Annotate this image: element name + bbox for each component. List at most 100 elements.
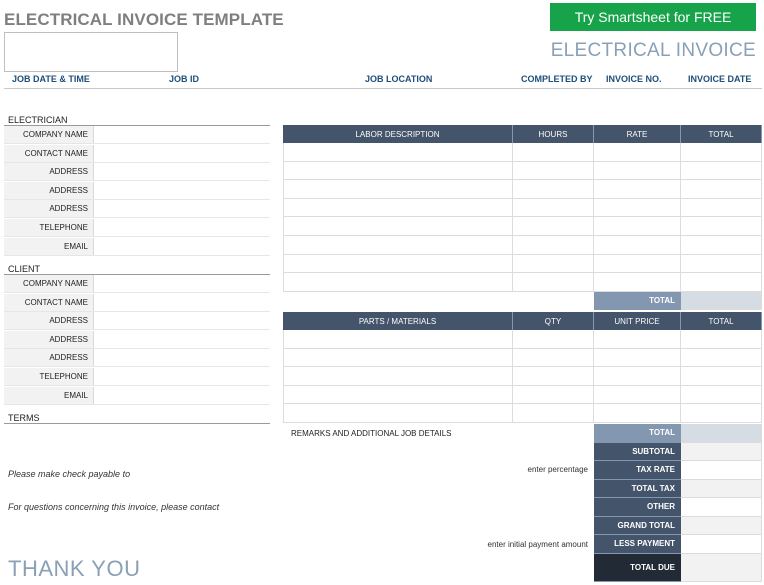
parts-cell[interactable] (513, 385, 594, 404)
rate-header: RATE (594, 125, 681, 143)
labor-cell[interactable] (681, 198, 762, 217)
parts-cell[interactable] (283, 330, 513, 348)
parts-row (283, 385, 762, 405)
client-field-input[interactable] (94, 368, 270, 385)
summary-total-value[interactable] (681, 424, 762, 443)
grand-total-value[interactable] (681, 516, 762, 535)
thank-you-text: THANK YOU (8, 556, 141, 581)
parts-table-header: PARTS / MATERIALS QTY UNIT PRICE TOTAL (283, 312, 762, 330)
labor-total-row: TOTAL (594, 291, 762, 311)
labor-cell[interactable] (283, 198, 513, 217)
labor-total-value[interactable] (681, 291, 762, 311)
parts-cell[interactable] (681, 404, 762, 422)
total-tax-value[interactable] (681, 479, 762, 498)
parts-row (283, 348, 762, 368)
labor-cell[interactable] (283, 180, 513, 198)
parts-cell[interactable] (513, 348, 594, 367)
client-field-input[interactable] (94, 330, 270, 348)
parts-cell[interactable] (681, 330, 762, 348)
parts-cell[interactable] (681, 385, 762, 404)
labor-cell[interactable] (513, 143, 594, 161)
client-field-input[interactable] (94, 275, 270, 292)
client-field-input[interactable] (94, 312, 270, 330)
labor-row (283, 217, 762, 236)
electrician-field-row: TELEPHONE (4, 219, 270, 237)
labor-cell[interactable] (513, 198, 594, 217)
labor-cell[interactable] (594, 180, 681, 198)
labor-cell[interactable] (681, 143, 762, 161)
total-due-value[interactable] (681, 553, 762, 582)
labor-cell[interactable] (594, 254, 681, 273)
labor-cell[interactable] (283, 254, 513, 273)
labor-row (283, 161, 762, 181)
summary-total-label: TOTAL (594, 424, 681, 443)
labor-cell[interactable] (283, 235, 513, 254)
parts-cell[interactable] (594, 348, 681, 367)
electrician-field-input[interactable] (94, 181, 270, 199)
client-field-input[interactable] (94, 349, 270, 367)
total-due-label: TOTAL DUE (594, 553, 681, 582)
labor-cell[interactable] (594, 161, 681, 180)
logo-placeholder[interactable] (4, 32, 178, 72)
labor-cell[interactable] (513, 273, 594, 291)
parts-cell[interactable] (283, 367, 513, 385)
labor-cell[interactable] (283, 161, 513, 180)
grand-total-label: GRAND TOTAL (594, 516, 681, 535)
parts-cell[interactable] (681, 348, 762, 367)
labor-cell[interactable] (681, 180, 762, 198)
parts-cell[interactable] (681, 367, 762, 385)
qty-header: QTY (513, 312, 594, 330)
labor-cell[interactable] (594, 217, 681, 235)
electrician-field-input[interactable] (94, 126, 270, 143)
parts-cell[interactable] (283, 404, 513, 422)
page-title: ELECTRICAL INVOICE TEMPLATE (4, 10, 284, 29)
labor-cell[interactable] (513, 235, 594, 254)
labor-cell[interactable] (283, 217, 513, 235)
electrician-field-input[interactable] (94, 163, 270, 181)
parts-cell[interactable] (513, 330, 594, 348)
parts-cell[interactable] (594, 330, 681, 348)
labor-cell[interactable] (681, 254, 762, 273)
parts-cell[interactable] (513, 404, 594, 422)
electrician-field-row: COMPANY NAME (4, 126, 270, 144)
parts-cell[interactable] (594, 404, 681, 422)
labor-cell[interactable] (681, 235, 762, 254)
labor-cell[interactable] (513, 180, 594, 198)
electrician-field-input[interactable] (94, 237, 270, 255)
labor-row (283, 198, 762, 218)
electrician-field-input[interactable] (94, 200, 270, 218)
labor-cell[interactable] (283, 273, 513, 291)
client-field-input[interactable] (94, 386, 270, 404)
labor-cell[interactable] (681, 273, 762, 291)
labor-cell[interactable] (594, 273, 681, 291)
labor-row (283, 143, 762, 162)
less-payment-row: LESS PAYMENT (594, 535, 762, 554)
electrician-field-input[interactable] (94, 144, 270, 162)
labor-cell[interactable] (681, 217, 762, 235)
client-field-row: TELEPHONE (4, 368, 270, 386)
try-smartsheet-button[interactable]: Try Smartsheet for FREE (550, 3, 756, 31)
total-due-row: TOTAL DUE (594, 553, 762, 582)
client-field-label: ADDRESS (4, 349, 94, 367)
labor-cell[interactable] (283, 143, 513, 161)
total-tax-row: TOTAL TAX (594, 479, 762, 498)
parts-cell[interactable] (283, 385, 513, 404)
client-field-input[interactable] (94, 293, 270, 311)
labor-cell[interactable] (513, 161, 594, 180)
parts-cell[interactable] (594, 367, 681, 385)
tax-rate-input[interactable] (681, 461, 762, 480)
less-payment-input[interactable] (681, 535, 762, 554)
labor-cell[interactable] (513, 217, 594, 235)
other-input[interactable] (681, 498, 762, 517)
subtotal-value[interactable] (681, 442, 762, 461)
parts-cell[interactable] (594, 385, 681, 404)
labor-cell[interactable] (681, 161, 762, 180)
labor-cell[interactable] (594, 198, 681, 217)
parts-cell[interactable] (283, 348, 513, 367)
parts-cell[interactable] (513, 367, 594, 385)
labor-cell[interactable] (594, 143, 681, 161)
labor-cell[interactable] (594, 235, 681, 254)
electrician-field-input[interactable] (94, 219, 270, 236)
electrician-field-label: ADDRESS (4, 200, 94, 218)
labor-cell[interactable] (513, 254, 594, 273)
